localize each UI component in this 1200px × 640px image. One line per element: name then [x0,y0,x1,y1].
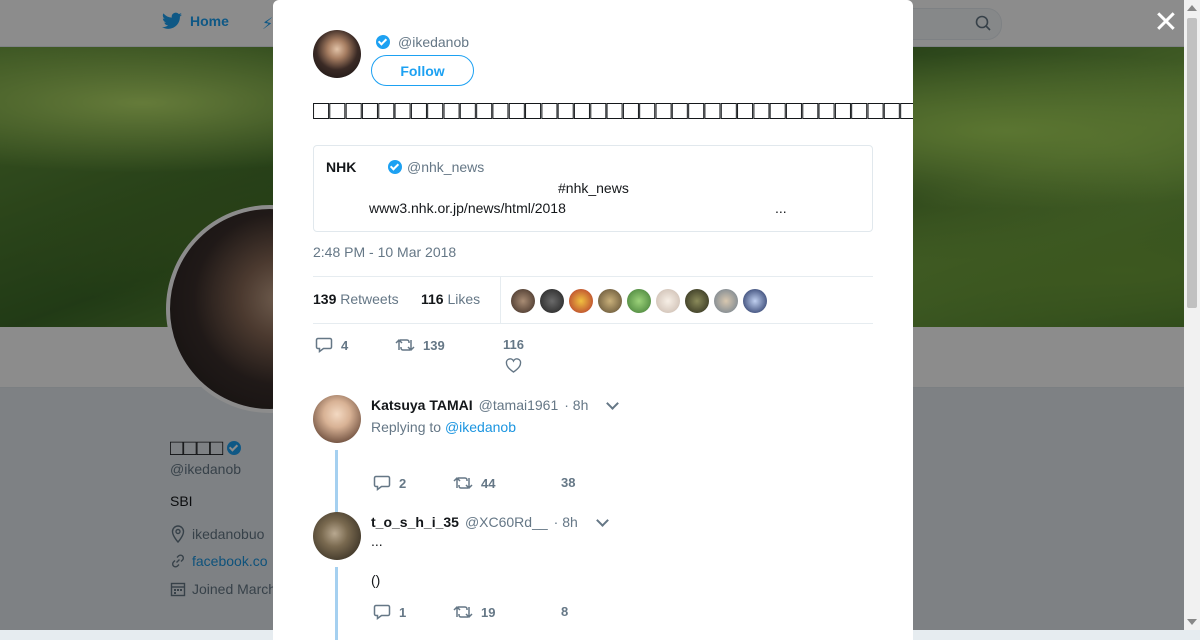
liker-avatar[interactable] [685,289,709,313]
thread-line [335,450,338,515]
reply-time[interactable]: · 8h [564,397,588,413]
tweet-stats: 139 Retweets 116 Likes [313,276,873,324]
chevron-down-icon[interactable] [595,513,609,527]
liker-avatar[interactable] [569,289,593,313]
scroll-up-arrow-icon[interactable] [1187,5,1197,11]
liker-avatar[interactable] [511,289,535,313]
reply-text-line: () [371,572,381,588]
liker-avatar[interactable] [656,289,680,313]
retweet-count: 19 [481,604,496,620]
scroll-down-arrow-icon[interactable] [1187,619,1197,625]
retweet-button[interactable]: 44 [453,475,495,491]
reply-count: 2 [399,475,407,491]
retweet-icon [395,338,415,352]
reply-author-avatar[interactable] [313,395,361,443]
verified-icon [388,160,402,174]
like-count: 38 [561,475,576,490]
reply-button[interactable]: 2 [373,475,406,491]
retweet-icon [453,605,473,619]
tweet-timestamp[interactable]: 2:48 PM - 10 Mar 2018 [313,244,456,260]
tweet-actions: 4 139 116 [313,335,613,379]
reply-header: Katsuya TAMAI @tamai1961 · 8h [371,396,620,413]
liker-avatar[interactable] [743,289,767,313]
heart-icon [505,358,522,373]
reply-actions: 2 44 38 [371,475,631,495]
reply-tweet[interactable]: t_o_s_h_i_35 @XC60Rd__ · 8h ... () 1 19 … [313,512,873,640]
reply-time[interactable]: · 8h [554,514,578,530]
reply-author-name[interactable]: t_o_s_h_i_35 [371,514,459,530]
reply-count: 4 [341,337,349,353]
reply-author-name[interactable]: Katsuya TAMAI [371,397,473,413]
quoted-tweet-ellipsis: ... [775,200,787,216]
stats-divider [500,277,501,323]
likes-stat[interactable]: 116 Likes [421,291,480,307]
retweets-stat-count: 139 [313,291,337,307]
close-icon[interactable]: ✕ [1153,8,1179,38]
likes-stat-label: Likes [447,291,481,307]
quoted-tweet-name: NHK [326,159,357,175]
reply-icon [373,604,391,620]
likes-stat-count: 116 [421,291,444,307]
thread-line [335,567,338,640]
retweet-count: 139 [423,337,445,353]
liker-avatar[interactable] [627,289,651,313]
like-count: 8 [561,604,569,619]
tweet-modal: @ikedanob Follow □□□□□□□□□□□□□□□□□□□□□□□… [273,0,913,640]
page-scrollbar[interactable] [1184,0,1200,630]
reply-author-avatar[interactable] [313,512,361,560]
chevron-down-icon[interactable] [606,396,620,410]
reply-tweet[interactable]: Katsuya TAMAI @tamai1961 · 8h Replying t… [313,395,873,515]
liker-avatar[interactable] [598,289,622,313]
reply-button[interactable]: 1 [373,604,406,620]
retweets-stat[interactable]: 139 Retweets [313,291,399,307]
follow-button[interactable]: Follow [371,55,474,86]
retweet-button[interactable]: 19 [453,604,495,620]
reply-count: 1 [399,604,407,620]
quoted-tweet[interactable]: NHK @nhk_news #nhk_news www3.nhk.or.jp/n… [313,145,873,232]
like-button[interactable]: 38 [561,475,575,490]
tweet-author-avatar[interactable] [313,30,361,78]
replying-to-prefix: Replying to [371,419,442,435]
tweet-author-handle[interactable]: @ikedanob [398,34,469,50]
quoted-tweet-hashtag: #nhk_news [558,180,629,196]
quoted-tweet-handle: @nhk_news [407,159,485,175]
liker-avatar[interactable] [540,289,564,313]
liker-avatar[interactable] [714,289,738,313]
like-button[interactable]: 116 [503,337,524,373]
like-count: 116 [503,337,524,352]
reply-actions: 1 19 8 [371,604,631,624]
tweet-author: @ikedanob [376,34,469,50]
quoted-tweet-url: www3.nhk.or.jp/news/html/2018 [369,200,566,216]
retweets-stat-label: Retweets [340,291,399,307]
retweet-button[interactable]: 139 [395,337,445,353]
verified-icon [376,35,390,49]
replying-to-link[interactable]: @ikedanob [445,419,516,435]
likers-avatars [511,289,767,313]
reply-header: t_o_s_h_i_35 @XC60Rd__ · 8h [371,513,609,530]
quoted-tweet-author: @nhk_news [388,159,484,175]
reply-icon [373,475,391,491]
retweet-count: 44 [481,475,496,491]
tweet-text: □□□□□□□□□□□□□□□□□□□□□□□□□□□□□□□□□□□□□□□□… [313,95,913,125]
reply-author-handle[interactable]: @XC60Rd__ [465,514,548,530]
reply-text-line: ... [371,533,383,549]
like-button[interactable]: 8 [561,604,568,619]
replying-to: Replying to @ikedanob [371,419,516,435]
scrollbar-thumb[interactable] [1187,18,1197,308]
reply-author-handle[interactable]: @tamai1961 [479,397,559,413]
retweet-icon [453,476,473,490]
reply-button[interactable]: 4 [315,337,348,353]
reply-icon [315,337,333,353]
